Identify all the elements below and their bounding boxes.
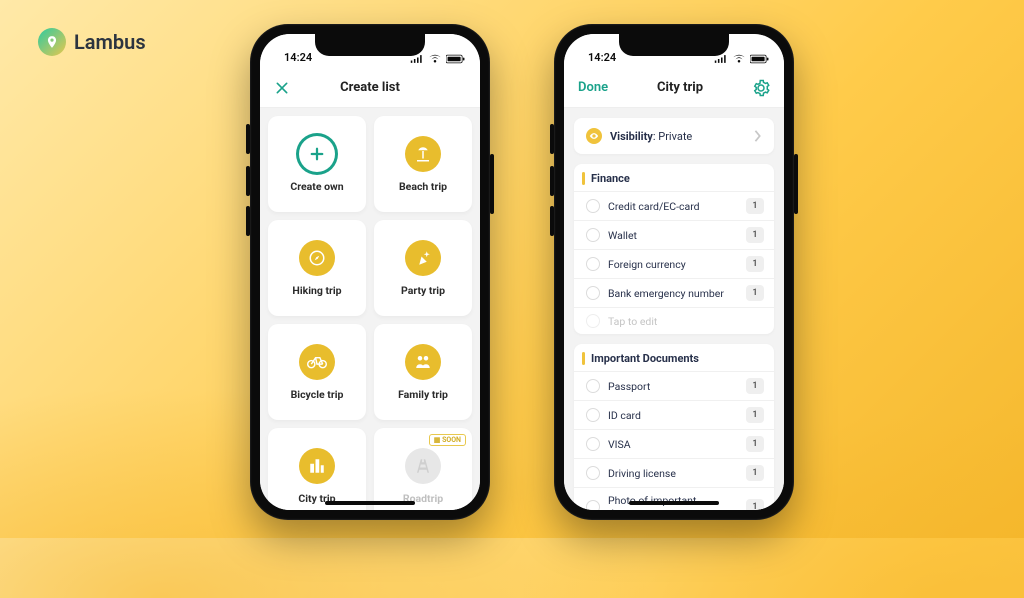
checkbox-icon[interactable] (586, 257, 600, 271)
beach-icon (405, 136, 441, 172)
checklist-item-count: 1 (746, 436, 764, 452)
home-indicator (629, 501, 719, 505)
checkbox-icon[interactable] (586, 500, 600, 510)
battery-icon (750, 54, 770, 64)
status-icons (714, 54, 770, 64)
list-template-card[interactable]: Party trip (374, 220, 472, 316)
tap-to-edit-row[interactable]: Tap to edit (574, 307, 774, 334)
checklist-item-count: 1 (746, 227, 764, 243)
checklist-item[interactable]: Wallet 1 (574, 220, 774, 249)
settings-button[interactable] (752, 79, 770, 97)
section-title: Important Documents (574, 344, 774, 371)
card-label: Bicycle trip (291, 388, 344, 401)
compass-icon (299, 240, 335, 276)
status-icons (410, 54, 466, 64)
checklist-item[interactable]: ID card 1 (574, 400, 774, 429)
list-template-card[interactable]: City trip (268, 428, 366, 510)
chevron-right-icon (754, 130, 762, 142)
navbar-city-trip: Done City trip (564, 68, 784, 108)
checklist-item-label: ID card (608, 409, 641, 422)
clock: 14:24 (284, 51, 312, 64)
home-indicator (325, 501, 415, 505)
card-label: Party trip (401, 284, 445, 297)
visibility-row[interactable]: Visibility: Private (574, 118, 774, 154)
placeholder-label: Tap to edit (608, 315, 657, 328)
brand: Lambus (38, 28, 146, 56)
checklist-item-label: Foreign currency (608, 258, 686, 271)
checkbox-icon (586, 314, 600, 328)
checklist-item-count: 1 (746, 378, 764, 394)
party-icon (405, 240, 441, 276)
plus-icon (299, 136, 335, 172)
wifi-icon (428, 54, 442, 64)
phone-notch (619, 34, 729, 56)
checklist-item[interactable]: Photo of important documents 1 (574, 487, 774, 510)
checklist-item-label: Driving license (608, 467, 676, 480)
card-label: Beach trip (399, 180, 447, 193)
checklist-item-count: 1 (746, 285, 764, 301)
card-label: Hiking trip (292, 284, 341, 297)
road-icon (405, 448, 441, 484)
card-label: Create own (290, 180, 343, 193)
checklist-item[interactable]: Bank emergency number 1 (574, 278, 774, 307)
list-template-card[interactable]: Beach trip (374, 116, 472, 212)
checkbox-icon[interactable] (586, 408, 600, 422)
phone-notch (315, 34, 425, 56)
section-title: Finance (574, 164, 774, 191)
visibility-label: Visibility: Private (610, 130, 692, 143)
list-template-card: ▦ SOONRoadtrip (374, 428, 472, 510)
card-label: Family trip (398, 388, 448, 401)
checklist-section: Important Documents Passport 1 ID card 1… (574, 344, 774, 510)
phone-city-trip: 14:24 Done City trip Visibility: Private (554, 24, 794, 520)
checkbox-icon[interactable] (586, 379, 600, 393)
city-icon (299, 448, 335, 484)
done-button[interactable]: Done (578, 80, 608, 95)
list-template-card[interactable]: Bicycle trip (268, 324, 366, 420)
checklist-item[interactable]: Credit card/EC-card 1 (574, 191, 774, 220)
phone-create-list: 14:24 Create list Create own Beach trip Hi… (250, 24, 490, 520)
checklist-item-count: 1 (746, 465, 764, 481)
checklist-item[interactable]: Foreign currency 1 (574, 249, 774, 278)
list-template-card[interactable]: Family trip (374, 324, 472, 420)
checklist-item[interactable]: Driving license 1 (574, 458, 774, 487)
nav-title: City trip (657, 80, 703, 95)
bike-icon (299, 344, 335, 380)
checkbox-icon[interactable] (586, 466, 600, 480)
checklist-item-count: 1 (746, 499, 764, 510)
checklist-item-count: 1 (746, 198, 764, 214)
list-content: Visibility: Private Finance Credit card/… (564, 108, 784, 510)
wifi-icon (732, 54, 746, 64)
navbar-create-list: Create list (260, 68, 480, 108)
list-template-card[interactable]: Create own (268, 116, 366, 212)
soon-badge: ▦ SOON (429, 434, 466, 446)
close-icon (274, 80, 290, 96)
nav-title: Create list (340, 80, 400, 95)
clock: 14:24 (588, 51, 616, 64)
close-button[interactable] (274, 80, 290, 96)
background-wave (0, 178, 1024, 598)
checkbox-icon[interactable] (586, 199, 600, 213)
brand-name: Lambus (74, 30, 146, 54)
checklist-item-label: Wallet (608, 229, 637, 242)
checkbox-icon[interactable] (586, 228, 600, 242)
checkbox-icon[interactable] (586, 437, 600, 451)
checklist-item-count: 1 (746, 407, 764, 423)
visibility-icon (586, 128, 602, 144)
battery-icon (446, 54, 466, 64)
lambus-logo-icon (38, 28, 66, 56)
checklist-section: Finance Credit card/EC-card 1 Wallet 1 F… (574, 164, 774, 334)
checklist-item[interactable]: Passport 1 (574, 371, 774, 400)
checklist-item[interactable]: VISA 1 (574, 429, 774, 458)
list-template-card[interactable]: Hiking trip (268, 220, 366, 316)
checklist-item-count: 1 (746, 256, 764, 272)
checklist-item-label: VISA (608, 438, 631, 451)
checkbox-icon[interactable] (586, 286, 600, 300)
gear-icon (752, 79, 770, 97)
checklist-item-label: Credit card/EC-card (608, 200, 700, 213)
checklist-item-label: Bank emergency number (608, 287, 724, 300)
checklist-item-label: Passport (608, 380, 650, 393)
card-grid-container: Create own Beach trip Hiking trip Party tri… (260, 108, 480, 510)
family-icon (405, 344, 441, 380)
